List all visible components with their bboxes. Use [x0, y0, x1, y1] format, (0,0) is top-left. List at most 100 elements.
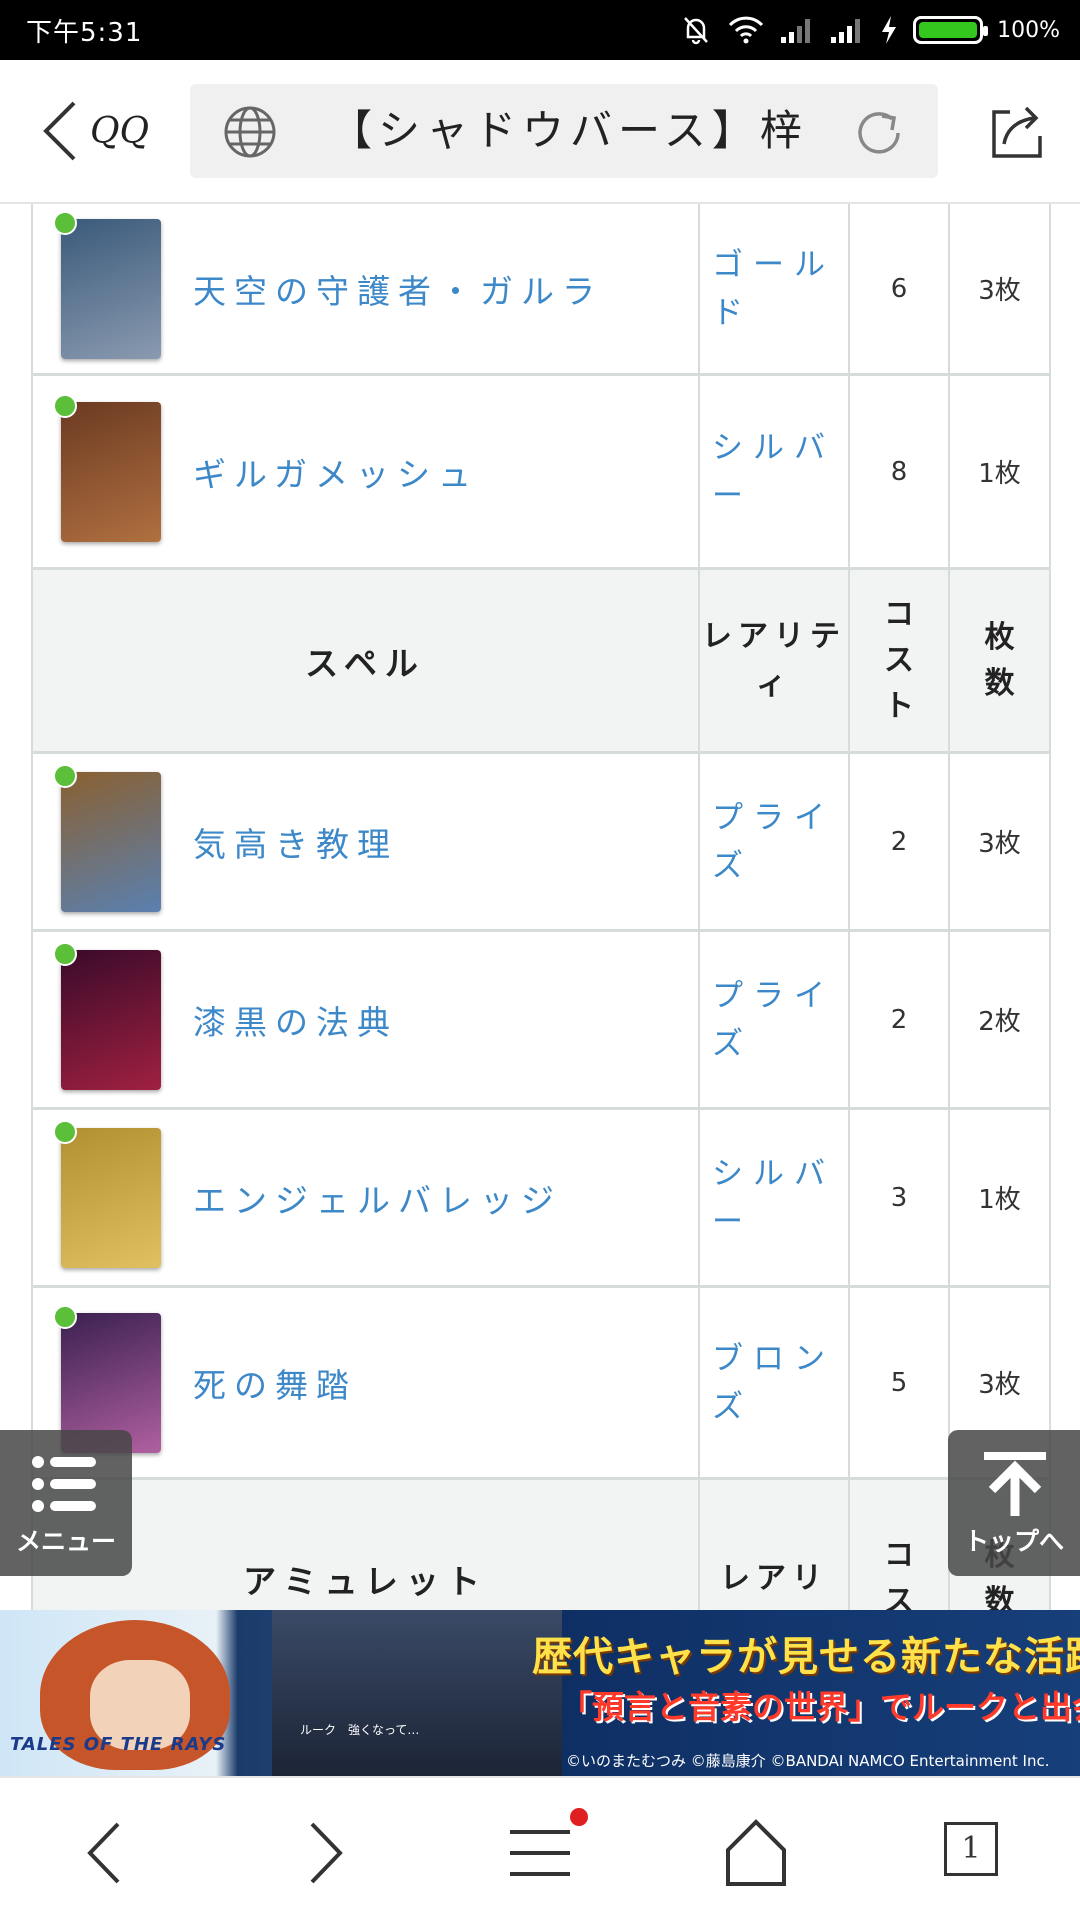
- ad-scene-caption: ルーク 強くなって…: [300, 1723, 420, 1737]
- card-cell: ギルガメッシュ: [33, 376, 700, 567]
- chevron-left-icon: [43, 101, 76, 161]
- rarity-cell: シルバー: [700, 376, 850, 567]
- count-cell: 2枚: [950, 932, 1049, 1107]
- cost-cell: 3: [850, 1110, 950, 1285]
- ad-subline: 「預言と音素の世界」でルークと出会う!: [560, 1688, 1080, 1726]
- section-name-cell: スペル: [33, 570, 700, 751]
- back-to-top-button[interactable]: トップへ: [948, 1430, 1080, 1576]
- table-row: 漆黒の法典 プライズ 2 2枚: [33, 932, 1049, 1110]
- nav-back-icon[interactable]: [66, 1818, 146, 1888]
- card-count: 1枚: [978, 1185, 1021, 1215]
- cost-header-cell: コス: [850, 1480, 950, 1610]
- reload-icon[interactable]: [852, 106, 906, 160]
- cost-gem-icon: [53, 941, 77, 966]
- arrow-up-icon: [984, 1452, 1046, 1516]
- browser-toolbar: QQ 【シャドウバース】梓: [0, 60, 1080, 204]
- rarity-cell: ゴールド: [700, 204, 850, 373]
- card-cell: 漆黒の法典: [33, 932, 700, 1107]
- rarity-cell: プライズ: [700, 754, 850, 929]
- nav-forward-icon[interactable]: [284, 1818, 364, 1888]
- card-image[interactable]: [53, 1119, 161, 1268]
- hamburger-icon: [510, 1830, 570, 1876]
- ad-banner[interactable]: TALES OF THE RAYS ルーク 強くなって… 歴代キャラが見せる新た…: [0, 1610, 1080, 1776]
- table-row: 気高き教理 プライズ 2 3枚: [33, 754, 1049, 932]
- back-label: QQ: [90, 110, 150, 152]
- card-count: 3枚: [978, 829, 1021, 859]
- card-cell: 天空の守護者・ガルラ: [33, 204, 700, 373]
- table-section-header: アミュレットレアリコス枚数: [33, 1480, 1049, 1610]
- card-count: 1枚: [978, 459, 1021, 489]
- card-image[interactable]: [53, 393, 161, 542]
- nav-tabs-button[interactable]: 1: [936, 1818, 1016, 1888]
- status-time: 下午5:31: [26, 18, 143, 48]
- share-icon[interactable]: [988, 102, 1046, 160]
- card-name-link[interactable]: 死の舞踏: [193, 1359, 357, 1407]
- rarity-link[interactable]: プライズ: [700, 972, 842, 1068]
- charging-icon: [882, 16, 897, 44]
- list-icon: [32, 1456, 96, 1512]
- rarity-header: レアリティ: [702, 618, 846, 702]
- battery-percent: 100%: [997, 17, 1060, 43]
- card-cost: 5: [890, 1367, 908, 1398]
- rarity-link[interactable]: ブロンズ: [700, 1335, 842, 1431]
- battery-icon: [913, 16, 989, 44]
- tab-count: 1: [944, 1822, 998, 1876]
- address-bar[interactable]: 【シャドウバース】梓: [190, 84, 938, 178]
- signal-icon-2: [831, 19, 861, 43]
- card-cost: 2: [890, 1004, 908, 1035]
- table-row: ギルガメッシュ シルバー 8 1枚: [33, 376, 1049, 570]
- rarity-link[interactable]: プライズ: [700, 794, 842, 890]
- section-name: スペル: [305, 643, 426, 683]
- cost-cell: 8: [850, 376, 950, 567]
- cost-cell: 2: [850, 754, 950, 929]
- cost-cell: 2: [850, 932, 950, 1107]
- table-row: 死の舞踏 ブロンズ 5 3枚: [33, 1288, 1049, 1480]
- cost-gem-icon: [53, 210, 77, 235]
- bottom-navigation: 1: [0, 1776, 1080, 1922]
- card-name-link[interactable]: 気高き教理: [193, 818, 398, 866]
- status-icons: 100%: [679, 10, 1060, 50]
- back-button[interactable]: QQ: [40, 96, 149, 166]
- card-image[interactable]: [53, 210, 161, 359]
- cost-gem-icon: [53, 1119, 77, 1144]
- rarity-link[interactable]: シルバー: [700, 424, 842, 520]
- notification-dot: [570, 1808, 588, 1826]
- status-bar: 下午5:31 100%: [0, 0, 1080, 60]
- card-name-link[interactable]: ギルガメッシュ: [193, 448, 479, 496]
- card-image[interactable]: [53, 763, 161, 912]
- deck-table: 天空の守護者・ガルラ ゴールド 6 3枚 ギルガメッシュ シルバー 8 1枚 スペル レアリティコ…: [31, 204, 1051, 1610]
- section-name-cell: アミュレット: [33, 1480, 700, 1610]
- rarity-header-cell: レアリ: [700, 1480, 850, 1610]
- menu-button[interactable]: メニュー: [0, 1430, 132, 1576]
- card-image[interactable]: [53, 941, 161, 1090]
- card-name-link[interactable]: エンジェルバレッジ: [193, 1174, 562, 1222]
- ad-logo: TALES OF THE RAYS: [10, 1734, 227, 1755]
- cost-cell: 6: [850, 204, 950, 373]
- card-count: 2枚: [978, 1007, 1021, 1037]
- card-name-link[interactable]: 天空の守護者・ガルラ: [193, 265, 603, 313]
- cost-gem-icon: [53, 393, 77, 418]
- top-label: トップへ: [963, 1527, 1064, 1556]
- mute-bell-icon: [684, 17, 709, 45]
- nav-menu-button[interactable]: [500, 1808, 588, 1888]
- globe-icon: [224, 106, 276, 158]
- rarity-cell: ブロンズ: [700, 1288, 850, 1477]
- card-cost: 2: [890, 826, 908, 857]
- rarity-link[interactable]: シルバー: [700, 1150, 842, 1246]
- rarity-cell: プライズ: [700, 932, 850, 1107]
- cost-cell: 5: [850, 1288, 950, 1477]
- card-cost: 8: [890, 456, 908, 487]
- count-header: 枚数: [984, 619, 1015, 701]
- nav-home-icon[interactable]: [716, 1818, 796, 1888]
- count-cell: 1枚: [950, 1110, 1049, 1285]
- cost-gem-icon: [53, 763, 77, 788]
- table-row: 天空の守護者・ガルラ ゴールド 6 3枚: [33, 204, 1049, 376]
- cost-gem-icon: [53, 1304, 77, 1329]
- page-title: 【シャドウバース】梓: [330, 106, 808, 155]
- card-cell: エンジェルバレッジ: [33, 1110, 700, 1285]
- cost-header-cell: コスト: [850, 570, 950, 751]
- table-section-header: スペル レアリティ コスト 枚数: [33, 570, 1049, 754]
- card-name-link[interactable]: 漆黒の法典: [193, 996, 398, 1044]
- rarity-link[interactable]: ゴールド: [700, 241, 842, 337]
- rarity-header: レアリ: [720, 1560, 828, 1596]
